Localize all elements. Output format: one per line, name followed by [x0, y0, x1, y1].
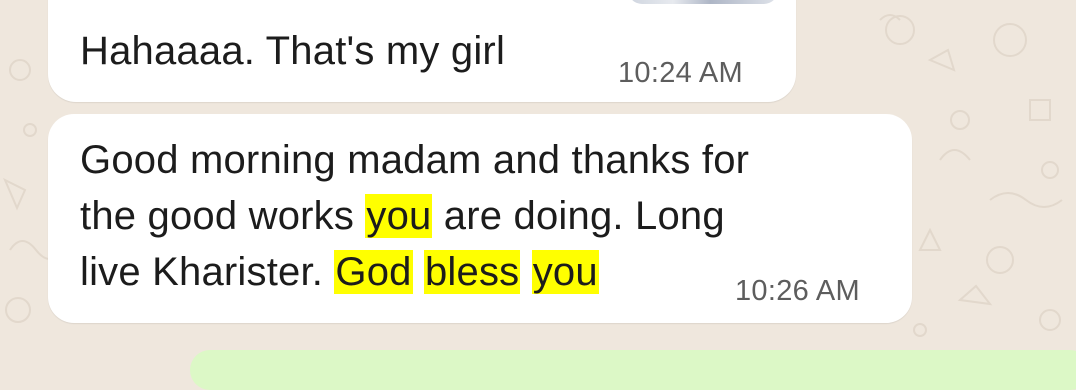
search-highlight: you [365, 194, 433, 238]
text-segment [413, 250, 424, 294]
text-segment: live Kharister. [80, 250, 335, 294]
text-segment: the good works [80, 194, 366, 238]
message-text: Hahaaaa. That's my girl [80, 29, 506, 73]
outgoing-message-bubble[interactable] [190, 350, 1076, 390]
search-highlight: God [334, 250, 413, 294]
message-text: Good morning madam and thanks for the go… [80, 132, 749, 300]
text-segment [520, 250, 531, 294]
previous-media-thumbnail[interactable] [628, 0, 778, 4]
message-line: the good works you are doing. Long [80, 188, 749, 244]
search-highlight: you [531, 250, 599, 294]
message-timestamp: 10:26 AM [735, 275, 860, 307]
text-segment: are doing. Long [432, 194, 725, 238]
search-highlight: bless [423, 250, 521, 294]
message-line: Good morning madam and thanks for [80, 138, 750, 182]
message-timestamp: 10:24 AM [618, 57, 743, 89]
message-line: live Kharister. God bless you [80, 244, 749, 300]
